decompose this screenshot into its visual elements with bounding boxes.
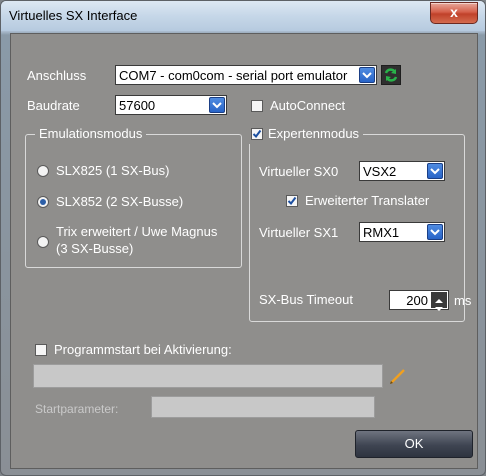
- window-title: Virtuelles SX Interface: [9, 8, 138, 23]
- chevron-down-icon[interactable]: [427, 224, 443, 240]
- timeout-unit: ms: [454, 293, 472, 308]
- timeout-label: SX-Bus Timeout: [259, 292, 353, 307]
- ok-button-label: OK: [404, 436, 424, 451]
- refresh-button[interactable]: [381, 65, 401, 85]
- timeout-value: 200: [406, 293, 428, 308]
- translater-checkbox[interactable]: [286, 195, 298, 207]
- anschluss-label: Anschluss: [27, 68, 87, 83]
- pencil-icon: [390, 369, 405, 384]
- expertenmodus-checkbox[interactable]: [251, 128, 263, 140]
- baudrate-label: Baudrate: [27, 98, 80, 113]
- sx1-label: Virtueller SX1: [259, 225, 339, 240]
- anschluss-combobox[interactable]: COM7 - com0com - serial port emulator: [115, 65, 377, 85]
- autoconnect-label: AutoConnect: [270, 98, 346, 113]
- sx0-combobox[interactable]: VSX2: [359, 161, 445, 181]
- programmstart-label: Programmstart bei Aktivierung:: [54, 342, 232, 357]
- translater-label: Erweiterter Translater: [305, 193, 430, 208]
- title-bar[interactable]: Virtuelles SX Interface x: [1, 1, 485, 31]
- refresh-icon: [384, 68, 398, 82]
- close-icon: x: [450, 4, 458, 20]
- program-path-field[interactable]: [33, 364, 383, 388]
- spin-down-icon[interactable]: [431, 300, 447, 311]
- chevron-down-icon[interactable]: [427, 163, 443, 179]
- sx0-value: VSX2: [363, 164, 397, 179]
- sx0-label: Virtueller SX0: [259, 164, 339, 179]
- parameter-field[interactable]: [151, 396, 375, 418]
- parameter-label: Startparameter:: [35, 402, 119, 416]
- browse-button[interactable]: [386, 364, 410, 388]
- radio-trix-label-line1: Trix erweitert / Uwe Magnus: [56, 224, 218, 239]
- expertenmodus-legend: Expertenmodus: [247, 126, 364, 144]
- chevron-down-icon[interactable]: [209, 97, 225, 113]
- dialog-body: Anschluss COM7 - com0com - serial port e…: [10, 33, 478, 469]
- chevron-down-icon[interactable]: [359, 67, 375, 83]
- radio-slx852[interactable]: [37, 196, 49, 208]
- radio-trix-label-line2: (3 SX-Busse): [56, 241, 134, 256]
- expertenmodus-label: Expertenmodus: [268, 126, 360, 141]
- sx1-combobox[interactable]: RMX1: [359, 222, 445, 242]
- checkmark-icon: [252, 129, 262, 139]
- radio-trix[interactable]: [37, 236, 49, 248]
- autoconnect-checkbox[interactable]: [251, 100, 263, 112]
- dialog-window: Virtuelles SX Interface x Anschluss COM7…: [0, 0, 486, 476]
- radio-slx825[interactable]: [37, 165, 49, 177]
- baudrate-value: 57600: [119, 98, 156, 113]
- spinner-buttons: [431, 292, 447, 311]
- ok-button[interactable]: OK: [355, 430, 473, 458]
- programmstart-checkbox[interactable]: [35, 344, 47, 356]
- radio-slx825-label: SLX825 (1 SX-Bus): [56, 163, 170, 178]
- close-button[interactable]: x: [430, 2, 478, 24]
- timeout-spinner[interactable]: 200: [389, 290, 449, 311]
- sx1-value: RMX1: [363, 225, 400, 240]
- anschluss-value: COM7 - com0com - serial port emulator: [119, 68, 348, 83]
- checkmark-icon: [287, 196, 297, 206]
- radio-slx852-label: SLX852 (2 SX-Busse): [56, 194, 184, 209]
- emulationsmodus-legend: Emulationsmodus: [35, 126, 147, 141]
- spin-up-icon[interactable]: [431, 292, 447, 303]
- baudrate-combobox[interactable]: 57600: [115, 95, 227, 115]
